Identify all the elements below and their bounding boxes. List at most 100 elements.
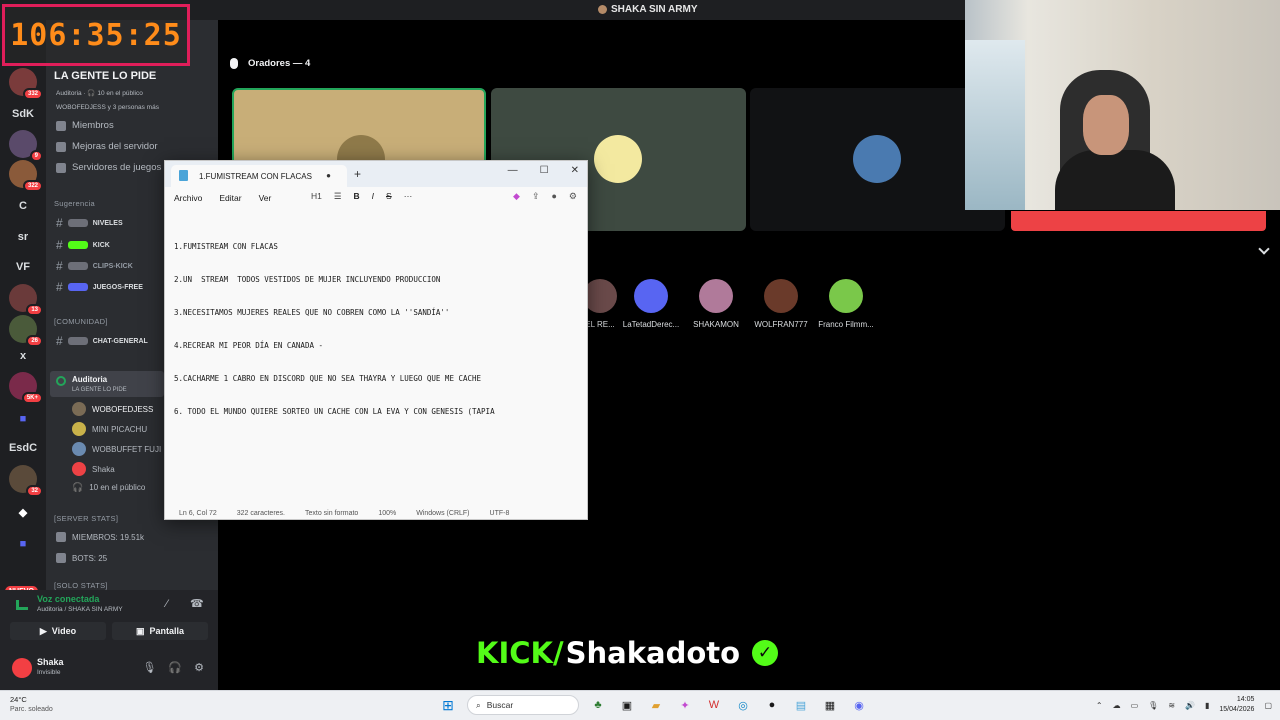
voice-user[interactable]: Shaka (72, 462, 115, 476)
widgets-icon[interactable]: ♣ (588, 695, 608, 715)
battery-icon[interactable]: ▮ (1205, 701, 1209, 710)
notification-icon[interactable]: ▢ (1264, 701, 1272, 710)
discord-taskbar-icon[interactable]: ◉ (849, 695, 869, 715)
menu-ver[interactable]: Ver (259, 193, 272, 203)
file-explorer-icon[interactable]: ▰ (646, 695, 666, 715)
voice-user[interactable]: MINI PICACHU (72, 422, 147, 436)
server-boosts-link[interactable]: Mejoras del servidor (56, 141, 158, 152)
server-icon-5[interactable]: 26 (9, 315, 43, 347)
category-sugerencia[interactable]: Sugerencia (54, 199, 95, 208)
category-server-stats[interactable]: [SERVER STATS] (54, 514, 118, 523)
discover-icon[interactable]: ◆ (9, 498, 37, 526)
chevron-down-icon[interactable] (1258, 243, 1270, 255)
list-icon[interactable]: ☰ (334, 191, 342, 202)
category-comunidad[interactable]: [COMUNIDAD] (54, 317, 108, 326)
disconnect-icon[interactable]: ☎ (190, 597, 204, 610)
clock[interactable]: 14:05 15/04/2026 (1219, 695, 1254, 715)
task-view-icon[interactable]: ▣ (617, 695, 637, 715)
headphones-icon[interactable]: 🎧 (168, 661, 182, 674)
menu-editar[interactable]: Editar (219, 193, 241, 203)
audience-member[interactable]: SHAKAMON (684, 279, 748, 329)
windows-start-icon[interactable]: ⊞ (438, 695, 458, 715)
account-icon[interactable]: ● (551, 191, 556, 202)
voice-channel-path[interactable]: Auditoria / SHAKA SIN ARMY (37, 606, 123, 613)
folder-icon-2[interactable]: ■ (9, 530, 37, 558)
maximize-icon[interactable]: ☐ (540, 165, 549, 176)
audience-name: WOLFRAN777 (754, 320, 808, 329)
server-icon-7[interactable]: 32 (9, 465, 43, 497)
server-icon-esdc[interactable]: EsdC (9, 434, 37, 462)
channel-juegos-free[interactable]: # JUEGOS-FREE (56, 280, 143, 294)
taskbar-search[interactable]: ⌕ Buscar (467, 695, 579, 715)
screen-share-button[interactable]: ▣ Pantalla (112, 622, 208, 640)
edge-icon[interactable]: ◎ (733, 695, 753, 715)
server-name[interactable]: LA GENTE LO PIDE (54, 70, 156, 82)
server-icon-sr[interactable]: sr (9, 223, 37, 251)
menu-archivo[interactable]: Archivo (174, 193, 202, 203)
copilot-icon[interactable]: ◆ (513, 191, 520, 202)
onedrive-icon[interactable]: ☁ (1113, 701, 1121, 710)
volume-icon[interactable]: 🔊 (1185, 701, 1195, 710)
server-icon-x[interactable]: x (9, 342, 37, 370)
notepad-tab[interactable]: 1.FUMISTREAM CON FLACAS ● (171, 165, 347, 187)
user-name[interactable]: Shaka (37, 657, 64, 667)
members-link[interactable]: Miembros (56, 120, 114, 131)
notepad-taskbar-icon[interactable]: ▤ (791, 695, 811, 715)
notepad-icon (179, 170, 188, 181)
network-icon[interactable]: ▭ (1131, 701, 1139, 710)
channel-niveles[interactable]: # NIVELES (56, 216, 123, 230)
channel-clips-kick[interactable]: # CLIPS-KICK (56, 259, 133, 273)
strikethrough-icon[interactable]: S (386, 191, 392, 202)
minimize-icon[interactable]: — (508, 165, 518, 176)
office-icon[interactable]: W (704, 695, 724, 715)
stat-members[interactable]: MIEMBROS: 19.51k (56, 532, 144, 542)
speaker-icon (56, 532, 66, 542)
server-icon-6[interactable]: 5K+ (9, 372, 43, 404)
server-icon-vf[interactable]: VF (9, 253, 37, 281)
calculator-icon[interactable]: ▦ (820, 695, 840, 715)
unsaved-dot-icon[interactable]: ● (326, 171, 331, 180)
close-icon[interactable]: ✕ (571, 165, 579, 176)
wifi-icon[interactable]: ≋ (1168, 701, 1175, 710)
noise-suppression-icon[interactable]: ⁄ (166, 598, 168, 610)
microphone-icon[interactable]: 🎙 (142, 661, 156, 674)
more-icon[interactable]: ⋯ (404, 191, 413, 202)
share-icon[interactable]: ⇪ (532, 191, 540, 202)
weather-widget[interactable]: 24°C Parc. soleado (10, 695, 53, 715)
server-icon-c[interactable]: C (9, 192, 37, 220)
audience-member[interactable]: WOLFRAN777 (749, 279, 813, 329)
avatar (72, 442, 86, 456)
game-servers-link[interactable]: Servidores de juegos (56, 162, 161, 173)
speaker-icon (56, 553, 66, 563)
voice-user[interactable]: WOBBUFFET FUJI (72, 442, 161, 456)
server-icon-sdk[interactable]: SdK (9, 100, 37, 128)
folder-icon[interactable]: ■ (9, 405, 37, 433)
channel-emoji-icon (67, 241, 88, 249)
avatar[interactable] (12, 658, 32, 678)
audience-member[interactable]: LaTetadDerec... (619, 279, 683, 329)
heading-dropdown[interactable]: H1 (311, 191, 322, 202)
voice-channel-auditoria[interactable]: Auditoria LA GENTE LO PIDE (50, 371, 164, 397)
server-icon-4[interactable]: 13 (9, 284, 43, 316)
audience-member[interactable]: Franco Filmm... (814, 279, 878, 329)
mic-tray-icon[interactable]: 🎙 (1148, 701, 1158, 710)
audience-count[interactable]: 🎧 10 en el público (72, 482, 145, 493)
server-icon-1[interactable]: 332 (9, 68, 43, 100)
voice-user[interactable]: WOBOFEDJESS (72, 402, 153, 416)
notepad-editor[interactable]: 1.FUMISTREAM CON FLACAS 2.UN STREAM TODO… (174, 219, 578, 439)
channel-chat-general[interactable]: # CHAT-GENERAL (56, 334, 148, 348)
chevron-up-icon[interactable]: ⌃ (1096, 701, 1103, 710)
gear-icon[interactable]: ⚙ (569, 191, 577, 202)
bold-icon[interactable]: B (354, 191, 360, 202)
copilot-icon[interactable]: ✦ (675, 695, 695, 715)
category-solo-stats[interactable]: [SOLO STATS] (54, 581, 108, 590)
stat-bots[interactable]: BOTS: 25 (56, 553, 107, 563)
server-icon-2[interactable]: 9 (9, 130, 43, 162)
italic-icon[interactable]: I (372, 191, 374, 202)
video-button[interactable]: ▶ Video (10, 622, 106, 640)
channel-kick[interactable]: # KICK (56, 238, 110, 252)
obs-icon[interactable]: ● (762, 695, 782, 715)
gear-icon[interactable]: ⚙ (194, 661, 204, 674)
server-icon-3[interactable]: 322 (9, 160, 43, 192)
new-tab-button[interactable]: + (354, 167, 361, 181)
